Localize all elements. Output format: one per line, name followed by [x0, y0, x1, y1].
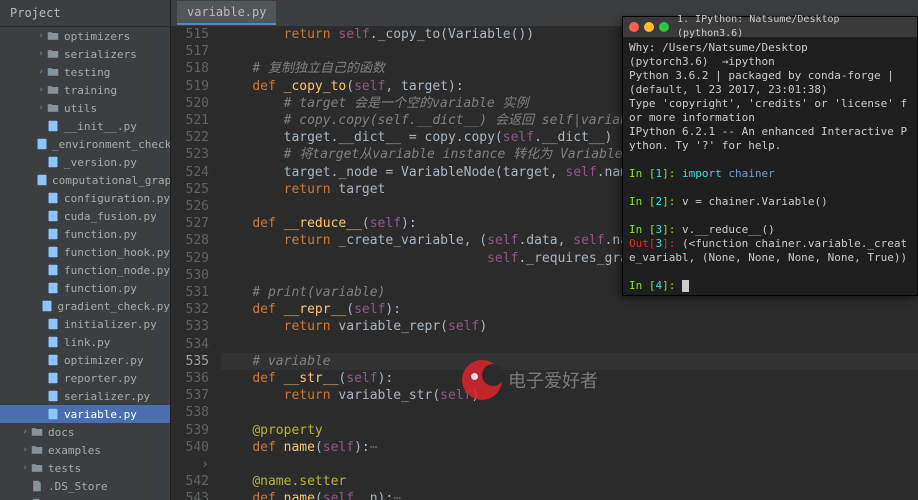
py-icon [46, 317, 60, 331]
line-gutter: 5155175185195205215225235245255265275285… [171, 26, 217, 500]
tree-item[interactable]: variable.py [0, 405, 170, 423]
py-icon [46, 407, 60, 421]
tree-item[interactable]: .DS_Store [0, 477, 170, 495]
tree-item-label: testing [64, 66, 110, 79]
tree-item[interactable]: ›examples [0, 441, 170, 459]
tree-item[interactable]: configuration.py [0, 189, 170, 207]
close-icon[interactable] [629, 22, 639, 32]
py-icon [36, 137, 48, 151]
terminal-title: 1. IPython: Natsume/Desktop (python3.6) [677, 13, 911, 41]
tree-item-label: function.py [64, 228, 137, 241]
tree-item[interactable]: ›tests [0, 459, 170, 477]
tree-item-label: .DS_Store [48, 480, 108, 493]
py-icon [46, 335, 60, 349]
py-icon [36, 173, 48, 187]
py-icon [46, 119, 60, 133]
tree-item-label: initializer.py [64, 318, 157, 331]
tree-item-label: cuda_fusion.py [64, 210, 157, 223]
folder-icon [46, 29, 60, 43]
file-icon [30, 479, 44, 493]
tree-item[interactable]: ›serializers [0, 45, 170, 63]
py-icon [46, 209, 60, 223]
tree-item[interactable]: ›optimizers [0, 27, 170, 45]
tree-item[interactable]: cuda_fusion.py [0, 207, 170, 225]
folder-icon [46, 101, 60, 115]
py-icon [46, 227, 60, 241]
tree-item[interactable]: _version.py [0, 153, 170, 171]
folder-icon [30, 461, 44, 475]
tree-item-label: function_hook.py [64, 246, 170, 259]
py-icon [46, 155, 60, 169]
py-icon [46, 371, 60, 385]
tab-variable[interactable]: variable.py [177, 1, 276, 25]
terminal-titlebar[interactable]: 1. IPython: Natsume/Desktop (python3.6) [623, 17, 917, 37]
tree-item[interactable]: ›testing [0, 63, 170, 81]
tree-item-label: function_node.py [64, 264, 170, 277]
maximize-icon[interactable] [659, 22, 669, 32]
tree-item[interactable]: function_node.py [0, 261, 170, 279]
tree-item[interactable]: link.py [0, 333, 170, 351]
py-icon [46, 281, 60, 295]
tree-item[interactable]: optimizer.py [0, 351, 170, 369]
terminal-output[interactable]: Why: /Users/Natsume/Desktop(pytorch3.6) … [623, 37, 917, 297]
tree-item-label: gradient_check.py [57, 300, 170, 313]
tree-item-label: reporter.py [64, 372, 137, 385]
tree-item-label: tests [48, 462, 81, 475]
folder-icon [46, 83, 60, 97]
tree-item-label: _version.py [64, 156, 137, 169]
tree-item[interactable]: function_hook.py [0, 243, 170, 261]
file-tree[interactable]: ›optimizers›serializers›testing›training… [0, 27, 170, 500]
py-icon [46, 245, 60, 259]
tree-item-label: examples [48, 444, 101, 457]
tree-item-label: utils [64, 102, 97, 115]
tree-item-label: docs [48, 426, 75, 439]
py-icon [46, 353, 60, 367]
tree-item-label: optimizer.py [64, 354, 143, 367]
py-icon [46, 191, 60, 205]
tree-item[interactable]: initializer.py [0, 315, 170, 333]
tree-item-label: serializers [64, 48, 137, 61]
tree-item-label: __init__.py [64, 120, 137, 133]
tree-item[interactable]: _environment_check.py [0, 135, 170, 153]
tree-item-label: _environment_check.py [52, 138, 170, 151]
project-sidebar: Project ›optimizers›serializers›testing›… [0, 0, 171, 500]
minimize-icon[interactable] [644, 22, 654, 32]
folder-icon [46, 47, 60, 61]
tree-item[interactable]: ›utils [0, 99, 170, 117]
py-icon [46, 263, 60, 277]
tree-item[interactable]: __init__.py [0, 117, 170, 135]
folder-icon [30, 443, 44, 457]
tree-item-label: function.py [64, 282, 137, 295]
py-icon [41, 299, 53, 313]
tree-item-label: optimizers [64, 30, 130, 43]
tree-item[interactable]: serializer.py [0, 387, 170, 405]
tree-item-label: training [64, 84, 117, 97]
tree-item-label: variable.py [64, 408, 137, 421]
tree-item[interactable]: gradient_check.py [0, 297, 170, 315]
tree-item[interactable]: ›training [0, 81, 170, 99]
tree-item-label: computational_graph.py [52, 174, 170, 187]
tree-item-label: configuration.py [64, 192, 170, 205]
tree-item-label: serializer.py [64, 390, 150, 403]
folder-icon [30, 425, 44, 439]
tree-item[interactable]: reporter.py [0, 369, 170, 387]
py-icon [46, 389, 60, 403]
tree-item[interactable]: function.py [0, 279, 170, 297]
tree-item[interactable]: README.md [0, 495, 170, 500]
terminal-window[interactable]: 1. IPython: Natsume/Desktop (python3.6) … [622, 16, 918, 296]
window-controls[interactable] [629, 22, 669, 32]
sidebar-title: Project [0, 0, 170, 27]
tree-item-label: link.py [64, 336, 110, 349]
tree-item[interactable]: function.py [0, 225, 170, 243]
tree-item[interactable]: computational_graph.py [0, 171, 170, 189]
folder-icon [46, 65, 60, 79]
tree-item[interactable]: ›docs [0, 423, 170, 441]
